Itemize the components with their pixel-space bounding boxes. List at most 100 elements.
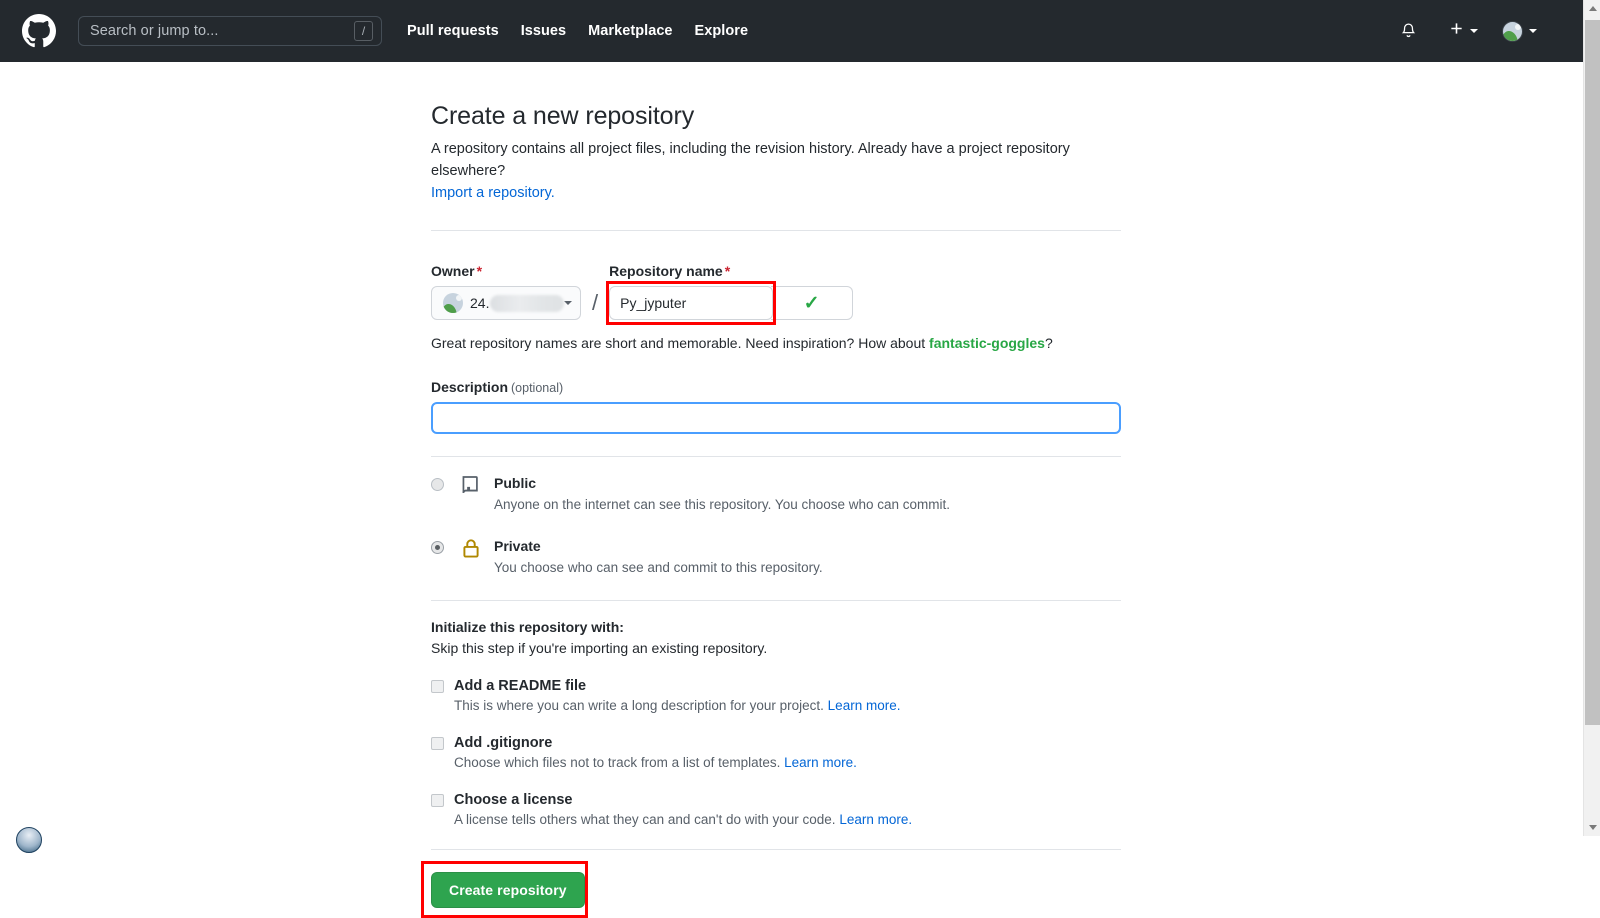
license-learn-more-link[interactable]: Learn more. bbox=[839, 812, 912, 827]
github-mark-icon[interactable] bbox=[22, 14, 56, 48]
repo-name-input-wrapper bbox=[606, 281, 777, 326]
page-title: Create a new repository bbox=[431, 102, 695, 130]
chevron-down-icon bbox=[564, 301, 573, 306]
owner-repo-row: Owner * 24. / Repository name * Py_jyput… bbox=[431, 263, 1121, 326]
option-license-description-text: A license tells others what they can and… bbox=[454, 812, 840, 828]
chevron-down-icon bbox=[1529, 29, 1537, 33]
owner-label-text: Owner bbox=[431, 263, 475, 280]
visibility-options: Public Anyone on the internet can see th… bbox=[431, 474, 1121, 578]
divider bbox=[431, 849, 1121, 851]
option-readme-row[interactable]: Add a README file bbox=[431, 678, 1121, 694]
import-repository-link[interactable]: Import a repository. bbox=[431, 185, 555, 201]
nav-pull-requests[interactable]: Pull requests bbox=[407, 23, 499, 39]
option-gitignore: Add .gitignore Choose which files not to… bbox=[431, 735, 1121, 770]
page-body: Create a new repository A repository con… bbox=[0, 62, 1583, 918]
option-gitignore-description: Choose which files not to track from a l… bbox=[454, 755, 1121, 770]
hint-suffix: ? bbox=[1044, 335, 1053, 352]
triangle-down-icon[interactable] bbox=[1584, 819, 1600, 836]
owner-value: 24. bbox=[470, 294, 565, 312]
subtitle-text: A repository contains all project files,… bbox=[431, 141, 1070, 179]
option-readme-description: This is where you can write a long descr… bbox=[454, 698, 1121, 713]
owner-avatar bbox=[443, 293, 463, 314]
initialize-subtitle: Skip this step if you're importing an ex… bbox=[431, 640, 768, 657]
repo-name-validation: ✓ bbox=[771, 286, 854, 321]
description-optional-text: (optional) bbox=[511, 381, 564, 396]
lock-icon bbox=[460, 537, 484, 564]
check-icon: ✓ bbox=[803, 292, 820, 314]
visibility-option-private[interactable]: Private You choose who can see and commi… bbox=[431, 537, 1121, 578]
suggested-name[interactable]: fantastic-goggles bbox=[929, 335, 1045, 351]
initialize-title: Initialize this repository with: bbox=[431, 619, 624, 636]
description-label-text: Description bbox=[431, 379, 509, 396]
repo-name-field-group: Repository name* ✓ bbox=[606, 263, 854, 326]
owner-field-group: Owner * 24. bbox=[431, 263, 581, 321]
initialize-section: Initialize this repository with: Skip th… bbox=[431, 619, 1121, 827]
nav-explore[interactable]: Explore bbox=[695, 23, 749, 39]
checkbox-gitignore[interactable] bbox=[431, 736, 444, 750]
owner-label: Owner * bbox=[431, 263, 581, 279]
visibility-private-text: Private You choose who can see and commi… bbox=[494, 537, 823, 578]
user-avatar-icon bbox=[1502, 20, 1523, 42]
hint-prefix: Great repository names are short and mem… bbox=[431, 335, 930, 352]
visibility-public-text: Public Anyone on the internet can see th… bbox=[494, 474, 950, 515]
gitignore-learn-more-link[interactable]: Learn more. bbox=[784, 755, 857, 770]
visibility-public-description: Anyone on the internet can see this repo… bbox=[494, 497, 951, 513]
option-readme-label: Add a README file bbox=[454, 678, 587, 695]
visibility-option-public[interactable]: Public Anyone on the internet can see th… bbox=[431, 474, 1121, 515]
radio-private[interactable] bbox=[431, 541, 444, 555]
search-shortcut-key: / bbox=[354, 21, 373, 41]
repo-name-input[interactable] bbox=[609, 286, 774, 321]
option-license-label: Choose a license bbox=[454, 792, 573, 809]
create-repository-button[interactable]: Create repository bbox=[431, 872, 585, 909]
nav-marketplace[interactable]: Marketplace bbox=[588, 23, 672, 39]
description-field-group: Description (optional) bbox=[431, 379, 1121, 435]
user-menu[interactable] bbox=[1502, 20, 1537, 42]
redacted-owner-name bbox=[490, 294, 565, 312]
header-right-actions bbox=[1400, 20, 1567, 42]
bell-icon[interactable] bbox=[1400, 22, 1417, 40]
submit-area: Create repository bbox=[421, 861, 601, 918]
option-license-description: A license tells others what they can and… bbox=[454, 812, 1121, 827]
repo-name-hint: Great repository names are short and mem… bbox=[431, 335, 1121, 351]
checkbox-license[interactable] bbox=[431, 793, 444, 807]
divider bbox=[431, 456, 1121, 458]
option-readme: Add a README file This is where you can … bbox=[431, 678, 1121, 713]
bottom-left-artifact-icon bbox=[16, 827, 42, 853]
scrollbar-thumb[interactable] bbox=[1585, 20, 1600, 725]
path-separator: / bbox=[592, 290, 599, 316]
nav-issues[interactable]: Issues bbox=[521, 23, 566, 39]
repo-name-label: Repository name * bbox=[609, 263, 853, 279]
visibility-private-title: Private bbox=[494, 538, 541, 555]
global-header: Search or jump to... / Pull requests Iss… bbox=[0, 0, 1583, 62]
divider bbox=[431, 600, 1121, 602]
option-license-row[interactable]: Choose a license bbox=[431, 792, 1121, 808]
option-readme-description-text: This is where you can write a long descr… bbox=[454, 698, 828, 714]
chevron-down-icon bbox=[1470, 29, 1478, 33]
option-gitignore-label: Add .gitignore bbox=[454, 735, 553, 752]
create-new-menu[interactable] bbox=[1449, 21, 1478, 41]
readme-learn-more-link[interactable]: Learn more. bbox=[828, 698, 901, 713]
repo-name-label-text: Repository name bbox=[609, 263, 723, 280]
new-repository-form: Create a new repository A repository con… bbox=[421, 102, 1121, 918]
repo-book-icon bbox=[460, 474, 484, 501]
required-marker: * bbox=[724, 263, 731, 280]
owner-value-text: 24. bbox=[470, 295, 490, 312]
checkbox-readme[interactable] bbox=[431, 679, 444, 693]
visibility-private-description: You choose who can see and commit to thi… bbox=[494, 560, 823, 576]
search-input[interactable]: Search or jump to... / bbox=[78, 16, 382, 46]
option-gitignore-row[interactable]: Add .gitignore bbox=[431, 735, 1121, 751]
page-scrollbar[interactable] bbox=[1583, 0, 1600, 836]
description-input[interactable] bbox=[431, 402, 1121, 435]
triangle-up-icon[interactable] bbox=[1584, 0, 1600, 17]
description-label: Description (optional) bbox=[431, 379, 1121, 395]
primary-nav: Pull requests Issues Marketplace Explore bbox=[407, 23, 748, 39]
page-subtitle: A repository contains all project files,… bbox=[431, 139, 1121, 204]
owner-select[interactable]: 24. bbox=[431, 286, 581, 321]
search-placeholder: Search or jump to... bbox=[90, 23, 219, 39]
divider bbox=[431, 230, 1121, 232]
visibility-public-title: Public bbox=[494, 475, 537, 492]
option-gitignore-description-text: Choose which files not to track from a l… bbox=[454, 755, 785, 771]
radio-public[interactable] bbox=[431, 478, 444, 492]
plus-icon bbox=[1449, 21, 1464, 41]
required-marker: * bbox=[476, 263, 483, 280]
